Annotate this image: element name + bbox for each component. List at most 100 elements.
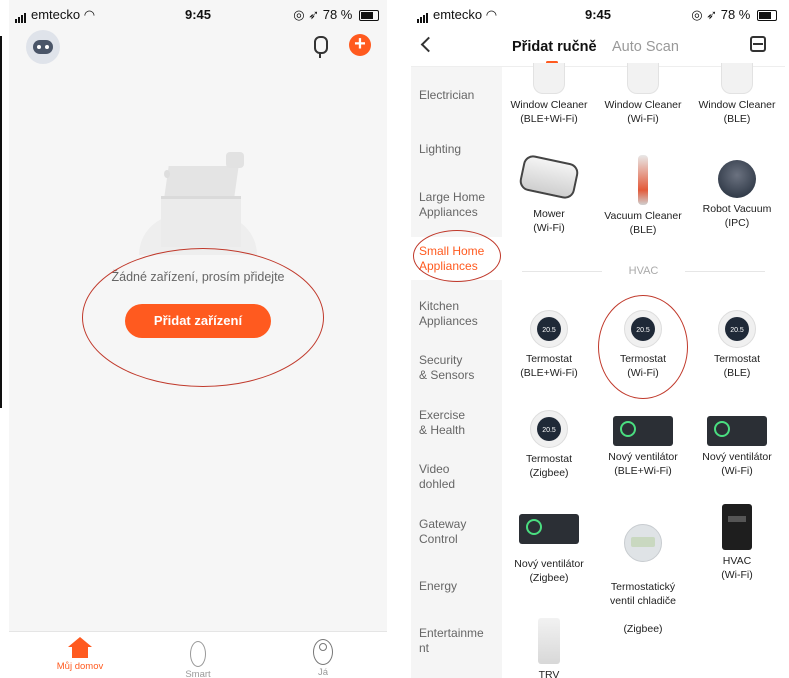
device-name: Termostat	[713, 353, 761, 365]
device-name: Termostat	[525, 353, 573, 365]
category-label: Electrician	[419, 88, 475, 102]
device-name: Vacuum Cleaner	[604, 210, 682, 222]
category-kitchen-appliances[interactable]: Kitchen Appliances	[419, 299, 503, 328]
device-window-cleaner-wifi[interactable]: Window Cleaner (Wi-Fi)	[596, 63, 690, 126]
device-new-fan-wifi[interactable]: Nový ventilátor (Wi-Fi)	[690, 416, 784, 478]
device-name: Nový ventilátor	[608, 451, 678, 463]
bulb-icon	[164, 170, 170, 178]
empty-box-icon	[161, 196, 241, 247]
mower-icon	[517, 153, 581, 201]
device-new-fan-zigbee[interactable]: Nový ventilátor (Zigbee)	[502, 514, 596, 585]
window-cleaner-icon	[533, 63, 565, 94]
category-entertainment[interactable]: Entertainme nt	[419, 626, 503, 655]
category-label: Energy	[419, 579, 458, 593]
category-energy[interactable]: Energy	[419, 579, 503, 594]
device-name: Nový ventilátor	[514, 558, 584, 570]
device-thermostat-ble[interactable]: 20.5 Termostat (BLE)	[690, 310, 784, 380]
device-protocol: (BLE+Wi-Fi)	[614, 465, 672, 477]
battery-label: 78 %	[322, 7, 353, 22]
user-icon	[313, 639, 333, 665]
category-video-surveillance[interactable]: Video dohled	[419, 462, 503, 491]
tab-label: Můj domov	[56, 661, 104, 672]
device-name: Robot Vacuum	[702, 203, 772, 215]
radiator-valve-icon	[624, 524, 662, 562]
hvac-panel-icon	[722, 504, 752, 550]
add-icon[interactable]: +	[349, 34, 371, 56]
category-gateway-control[interactable]: Gateway Control	[419, 517, 503, 546]
category-label: Small Home Appliances	[419, 244, 485, 273]
device-grid: Window Cleaner (BLE+Wi-Fi) Window Cleane…	[502, 63, 785, 678]
status-right: ◎ ➶ 78 %	[293, 7, 379, 23]
device-protocol: (BLE)	[629, 224, 657, 236]
fan-controller-icon	[519, 514, 579, 544]
location-icon: ◎ ➶	[293, 7, 320, 22]
device-thermostat-ble-wifi[interactable]: 20.5 Termostat (BLE+Wi-Fi)	[502, 310, 596, 380]
tab-add-manually[interactable]: Přidat ručně	[512, 39, 597, 55]
device-protocol: (BLE)	[723, 367, 751, 379]
category-label: Lighting	[419, 142, 462, 156]
device-robot-vacuum[interactable]: Robot Vacuum (IPC)	[690, 160, 784, 230]
tab-label: Smart	[185, 669, 211, 678]
microphone-icon[interactable]	[314, 36, 328, 58]
device-name: Mower	[533, 208, 565, 220]
device-mower[interactable]: Mower (Wi-Fi)	[502, 153, 596, 235]
tab-me[interactable]: Já	[283, 637, 363, 678]
device-vacuum-cleaner[interactable]: Vacuum Cleaner (BLE)	[596, 155, 690, 237]
thermostat-reading: 20.5	[636, 327, 650, 334]
category-label: Video dohled	[419, 462, 456, 491]
back-icon[interactable]	[420, 36, 437, 53]
add-device-button[interactable]: Přidat zařízení	[125, 304, 271, 338]
home-screen: emtecko ◠ 9:45 ◎ ➶ 78 % + Žádné zařízení…	[9, 0, 387, 678]
avatar[interactable]	[26, 30, 60, 64]
category-lighting[interactable]: Lighting	[419, 142, 503, 157]
navigation-bar: Přidat ručně Auto Scan	[411, 26, 785, 67]
device-hvac[interactable]: HVAC (Wi-Fi)	[690, 504, 784, 582]
tab-my-home[interactable]: Můj domov	[40, 637, 120, 672]
device-thermostat-zigbee[interactable]: 20.5 Termostat (Zigbee)	[502, 410, 596, 480]
category-electrician[interactable]: Electrician	[419, 88, 503, 103]
category-label: Exercise & Health	[419, 408, 466, 437]
category-label: Security & Sensors	[419, 353, 475, 382]
section-header-hvac: HVAC	[522, 265, 765, 279]
empty-state-text: Žádné zařízení, prosím přidejte	[111, 270, 285, 284]
category-label: Gateway Control	[419, 517, 467, 546]
add-device-screen: emtecko ◠ 9:45 ◎ ➶ 78 % Přidat ručně Aut…	[411, 0, 785, 678]
fan-controller-icon	[707, 416, 767, 446]
battery-icon	[757, 10, 777, 22]
thermostat-icon: 20.5	[718, 310, 756, 348]
tab-smart[interactable]: Smart	[158, 637, 238, 678]
device-name: TRV	[538, 669, 560, 678]
home-icon	[68, 637, 92, 661]
screen-divider	[0, 36, 2, 408]
device-protocol: (Wi-Fi)	[627, 113, 659, 125]
thermostat-reading: 20.5	[730, 327, 744, 334]
device-protocol: (Wi-Fi)	[721, 465, 753, 477]
category-large-home-appliances[interactable]: Large Home Appliances	[419, 190, 503, 219]
device-window-cleaner-ble[interactable]: Window Cleaner (BLE)	[690, 63, 784, 126]
category-small-home-appliances[interactable]: Small Home Appliances	[411, 237, 502, 280]
device-protocol: (BLE+Wi-Fi)	[520, 367, 578, 379]
device-window-cleaner-ble-wifi[interactable]: Window Cleaner (BLE+Wi-Fi)	[502, 63, 596, 126]
device-protocol: (BLE+Wi-Fi)	[520, 113, 578, 125]
plug-icon	[226, 152, 244, 168]
scan-icon[interactable]	[750, 36, 766, 52]
trv-icon	[538, 618, 560, 664]
device-radiator-valve[interactable]: Termostatický ventil chladiče (Zigbee)	[596, 510, 690, 650]
category-security-sensors[interactable]: Security & Sensors	[419, 353, 503, 382]
category-exercise-health[interactable]: Exercise & Health	[419, 408, 503, 437]
device-protocol: (Zigbee)	[623, 623, 663, 635]
window-cleaner-icon	[627, 63, 659, 94]
device-name: HVAC	[722, 555, 752, 567]
device-name: Termostat	[619, 353, 667, 365]
device-new-fan-ble-wifi[interactable]: Nový ventilátor (BLE+Wi-Fi)	[596, 416, 690, 478]
status-bar: emtecko ◠ 9:45 ◎ ➶ 78 %	[9, 0, 387, 26]
device-thermostat-wifi[interactable]: 20.5 Termostat (Wi-Fi)	[596, 310, 690, 380]
tab-auto-scan[interactable]: Auto Scan	[612, 39, 679, 55]
device-trv[interactable]: TRV	[502, 618, 596, 678]
device-protocol: (Zigbee)	[529, 467, 569, 479]
tab-label: Já	[317, 667, 329, 678]
device-name: Termostat	[525, 453, 573, 465]
device-protocol: (Wi-Fi)	[627, 367, 659, 379]
